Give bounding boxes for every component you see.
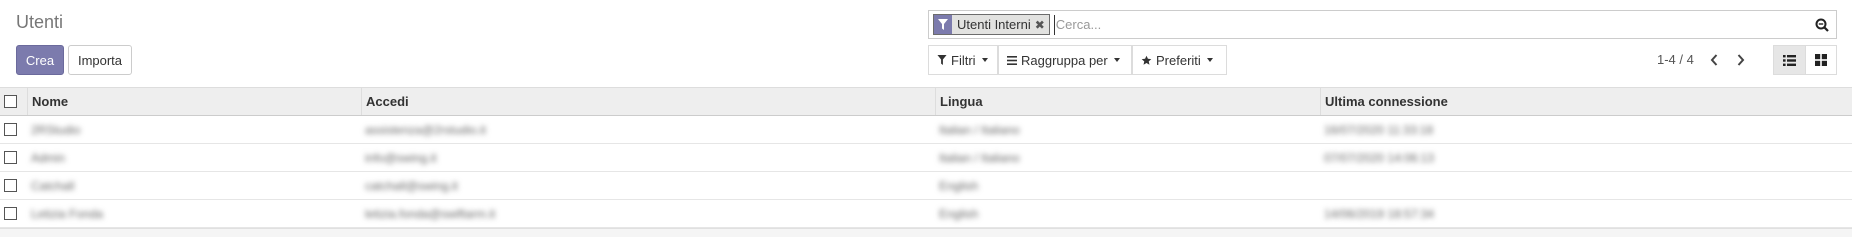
cell-language-value: English <box>939 178 979 193</box>
search-input[interactable] <box>1053 14 1808 35</box>
row-select-cell <box>0 200 27 227</box>
row-select-cell <box>0 172 27 199</box>
cell-language: Italian / Italiano <box>935 116 1320 143</box>
chevron-left-icon[interactable] <box>1704 49 1724 71</box>
bars-icon <box>1007 55 1017 65</box>
column-header-last-login[interactable]: Ultima connessione <box>1320 88 1852 115</box>
row-checkbox[interactable] <box>4 179 17 192</box>
row-select-cell <box>0 144 27 171</box>
cell-login: info@swing.it <box>361 144 935 171</box>
cell-last-login: 14/06/2019 18:57:34 <box>1320 200 1852 227</box>
cell-name-value: 2RStudio <box>31 122 81 137</box>
cell-name-value: Letizia Fonda <box>31 206 104 221</box>
caret-down-icon <box>1206 58 1213 62</box>
cell-name: 2RStudio <box>27 116 361 143</box>
column-header-language[interactable]: Lingua <box>935 88 1320 115</box>
cell-language-value: Italian / Italiano <box>939 150 1020 165</box>
pager-value[interactable]: 1-4 / 4 <box>1657 52 1694 67</box>
cell-name-value: Admin <box>31 150 66 165</box>
caret-down-icon <box>1113 58 1120 62</box>
caret-down-icon <box>981 58 988 62</box>
select-all-checkbox[interactable] <box>4 95 17 108</box>
table-row[interactable]: 2RStudio assistenza@2rstudio.it Italian … <box>0 116 1852 144</box>
cell-last-login-value: 16/07/2020 11:33:18 <box>1324 122 1434 137</box>
cell-language: Italian / Italiano <box>935 144 1320 171</box>
row-checkbox[interactable] <box>4 123 17 136</box>
filter-icon <box>937 55 947 65</box>
cell-language: English <box>935 172 1320 199</box>
row-select-cell <box>0 116 27 143</box>
search-facet: Utenti Interni ✖ <box>933 14 1050 35</box>
cell-name: Admin <box>27 144 361 171</box>
cell-login: letizia.fonda@swiftarm.it <box>361 200 935 227</box>
remove-facet-icon[interactable]: ✖ <box>1035 15 1049 34</box>
cell-last-login-value: 07/07/2020 14:06:13 <box>1324 150 1435 165</box>
table-footer <box>0 228 1852 237</box>
search-icon[interactable] <box>1808 18 1836 32</box>
cell-name-value: Catchall <box>31 178 75 193</box>
star-icon <box>1141 55 1152 65</box>
cell-login-value: letizia.fonda@swiftarm.it <box>365 206 496 221</box>
kanban-view-icon <box>1815 54 1827 66</box>
table-row[interactable]: Catchall catchall@swing.it English <box>0 172 1852 200</box>
cell-login: assistenza@2rstudio.it <box>361 116 935 143</box>
kanban-view-button[interactable] <box>1805 45 1837 75</box>
table-row[interactable]: Admin info@swing.it Italian / Italiano 0… <box>0 144 1852 172</box>
row-checkbox[interactable] <box>4 207 17 220</box>
cell-login-value: assistenza@2rstudio.it <box>365 122 486 137</box>
group-by-button[interactable]: Raggruppa per <box>998 45 1132 75</box>
cell-login-value: info@swing.it <box>365 150 437 165</box>
cell-language-value: English <box>939 206 979 221</box>
page-title: Utenti <box>16 12 64 32</box>
favorites-label: Preferiti <box>1156 52 1201 68</box>
chevron-right-icon[interactable] <box>1731 49 1751 71</box>
cell-name: Letizia Fonda <box>27 200 361 227</box>
cell-last-login <box>1320 172 1852 199</box>
table-row[interactable]: Letizia Fonda letizia.fonda@swiftarm.it … <box>0 200 1852 228</box>
column-header-login[interactable]: Accedi <box>361 88 935 115</box>
create-button[interactable]: Crea <box>16 45 64 75</box>
select-all-cell <box>0 88 27 115</box>
facet-label: Utenti Interni <box>957 17 1031 32</box>
list-view-icon <box>1783 54 1796 66</box>
filters-label: Filtri <box>951 52 976 68</box>
filters-button[interactable]: Filtri <box>928 45 998 75</box>
column-header-name[interactable]: Nome <box>27 88 361 115</box>
cell-login-value: catchall@swing.it <box>365 178 458 193</box>
table-header: Nome Accedi Lingua Ultima connessione <box>0 87 1852 116</box>
group-by-label: Raggruppa per <box>1021 52 1108 68</box>
cell-last-login: 16/07/2020 11:33:18 <box>1320 116 1852 143</box>
filter-icon <box>934 15 952 34</box>
row-checkbox[interactable] <box>4 151 17 164</box>
cell-language: English <box>935 200 1320 227</box>
search-bar: Utenti Interni ✖ <box>928 10 1837 39</box>
cell-name: Catchall <box>27 172 361 199</box>
cell-login: catchall@swing.it <box>361 172 935 199</box>
import-button[interactable]: Importa <box>68 45 132 75</box>
list-view-button[interactable] <box>1773 45 1805 75</box>
cell-last-login-value: 14/06/2019 18:57:34 <box>1324 206 1435 221</box>
favorites-button[interactable]: Preferiti <box>1132 45 1227 75</box>
users-table: Nome Accedi Lingua Ultima connessione 2R… <box>0 87 1852 237</box>
cell-last-login: 07/07/2020 14:06:13 <box>1320 144 1852 171</box>
cell-language-value: Italian / Italiano <box>939 122 1020 137</box>
